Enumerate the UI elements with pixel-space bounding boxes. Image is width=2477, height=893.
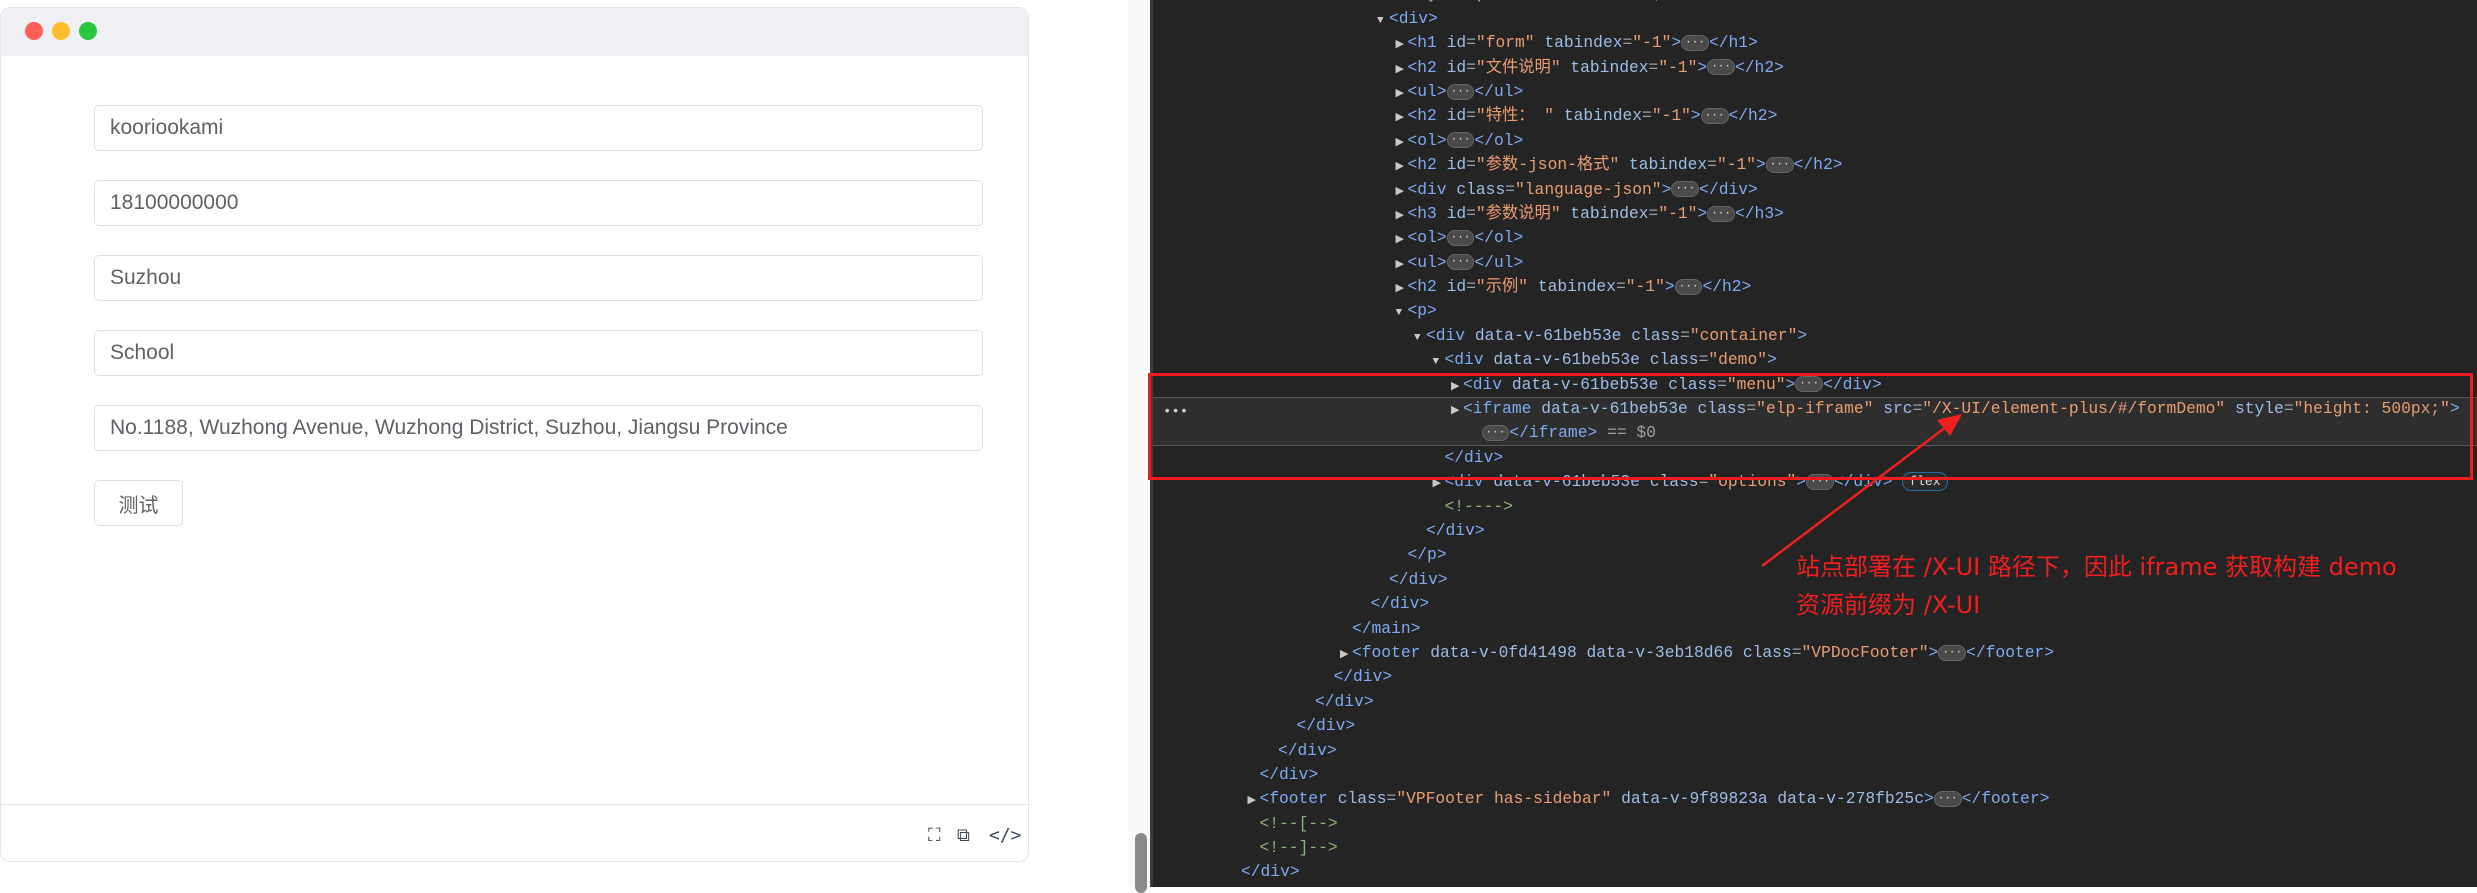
annotation-arrow-icon: [1761, 414, 1962, 567]
annotation-note: 站点部署在 /X-UI 路径下，因此 iframe 获取构建 demo 资源前缀…: [1796, 553, 2397, 619]
